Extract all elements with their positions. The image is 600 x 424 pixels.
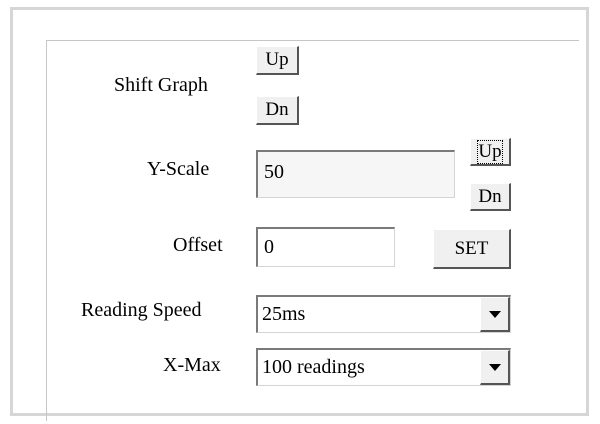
x-max-dropdown-arrow[interactable] bbox=[480, 350, 510, 385]
shift-graph-down-label: Dn bbox=[265, 99, 289, 120]
reading-speed-selected: 25ms bbox=[262, 303, 306, 325]
offset-value: 0 bbox=[264, 236, 274, 258]
y-scale-up-button[interactable]: Up bbox=[470, 138, 511, 166]
offset-set-button[interactable]: SET bbox=[433, 229, 511, 269]
y-scale-down-button[interactable]: Dn bbox=[470, 183, 511, 211]
shift-graph-label: Shift Graph bbox=[114, 74, 208, 96]
x-max-selected: 100 readings bbox=[262, 356, 365, 378]
y-scale-up-label: Up bbox=[477, 139, 503, 164]
reading-speed-label: Reading Speed bbox=[81, 299, 202, 321]
y-scale-input[interactable]: 50 bbox=[256, 150, 455, 198]
shift-graph-up-button[interactable]: Up bbox=[256, 46, 299, 75]
x-max-label: X-Max bbox=[163, 354, 221, 376]
shift-graph-up-label: Up bbox=[265, 49, 289, 70]
offset-input[interactable]: 0 bbox=[256, 227, 395, 267]
x-max-select[interactable]: 100 readings bbox=[256, 348, 511, 386]
chevron-down-icon bbox=[488, 310, 501, 318]
chevron-down-icon bbox=[488, 363, 501, 371]
reading-speed-dropdown-arrow[interactable] bbox=[480, 297, 510, 332]
offset-set-label: SET bbox=[454, 237, 489, 259]
y-scale-down-label: Dn bbox=[478, 185, 502, 207]
offset-label: Offset bbox=[173, 234, 223, 256]
y-scale-label: Y-Scale bbox=[147, 158, 210, 180]
y-scale-value: 50 bbox=[264, 161, 284, 183]
reading-speed-select[interactable]: 25ms bbox=[256, 295, 511, 333]
shift-graph-down-button[interactable]: Dn bbox=[256, 96, 299, 125]
